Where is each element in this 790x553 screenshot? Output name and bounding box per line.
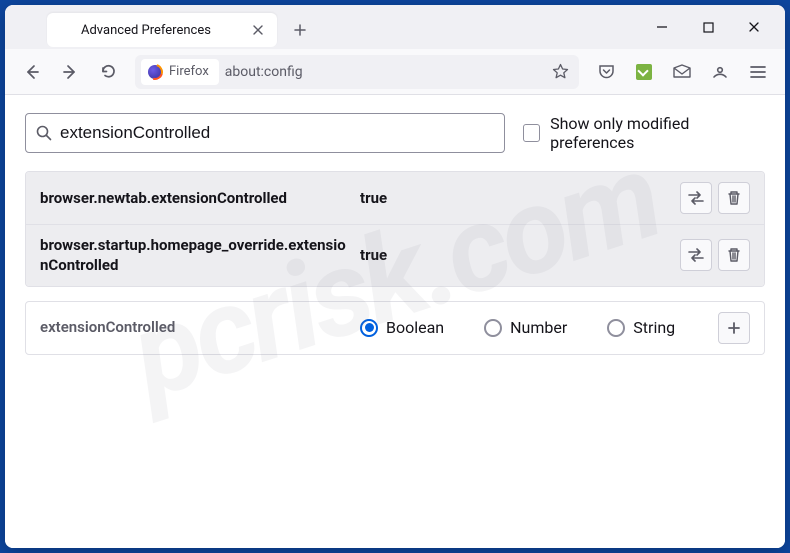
url-bar[interactable]: Firefox about:config — [135, 55, 579, 89]
account-icon[interactable] — [703, 55, 737, 89]
identity-label: Firefox — [169, 64, 209, 79]
radio-label: Boolean — [386, 318, 444, 337]
bookmark-star-button[interactable] — [547, 59, 573, 85]
app-menu-button[interactable] — [741, 55, 775, 89]
url-text: about:config — [225, 64, 541, 80]
radio-icon — [484, 319, 502, 337]
pref-row[interactable]: browser.startup.homepage_override.extens… — [26, 225, 764, 286]
back-button[interactable] — [15, 55, 49, 89]
new-pref-name: extensionControlled — [40, 317, 350, 337]
show-modified-checkbox[interactable]: Show only modified preferences — [523, 114, 765, 152]
search-icon — [36, 125, 52, 141]
minimize-button[interactable] — [639, 5, 685, 49]
add-button[interactable] — [718, 312, 750, 344]
tab-title: Advanced Preferences — [81, 23, 241, 38]
pref-name: browser.newtab.extensionControlled — [40, 188, 350, 208]
checkbox-label: Show only modified preferences — [550, 114, 765, 152]
tab-favicon — [57, 22, 73, 38]
extension-icon[interactable] — [627, 55, 661, 89]
toggle-button[interactable] — [680, 182, 712, 214]
type-radio-group: Boolean Number String — [360, 318, 708, 337]
maximize-button[interactable] — [685, 5, 731, 49]
identity-box[interactable]: Firefox — [141, 59, 219, 85]
type-number-radio[interactable]: Number — [484, 318, 567, 337]
pocket-button[interactable] — [589, 55, 623, 89]
type-string-radio[interactable]: String — [607, 318, 675, 337]
type-boolean-radio[interactable]: Boolean — [360, 318, 444, 337]
forward-button[interactable] — [53, 55, 87, 89]
pref-search-box[interactable] — [25, 113, 505, 153]
reload-button[interactable] — [91, 55, 125, 89]
radio-label: Number — [510, 318, 567, 337]
browser-tab[interactable]: Advanced Preferences — [47, 13, 277, 47]
about-config-content: Show only modified preferences browser.n… — [5, 95, 785, 548]
close-tab-button[interactable] — [249, 21, 267, 39]
delete-button[interactable] — [718, 182, 750, 214]
navigation-toolbar: Firefox about:config — [5, 49, 785, 95]
pref-search-input[interactable] — [60, 123, 494, 143]
new-pref-row: extensionControlled Boolean Number Strin… — [26, 302, 764, 354]
pref-results: browser.newtab.extensionControlled true … — [25, 171, 765, 287]
close-window-button[interactable] — [731, 5, 777, 49]
new-tab-button[interactable] — [285, 15, 315, 45]
pref-name: browser.startup.homepage_override.extens… — [40, 235, 350, 276]
delete-button[interactable] — [718, 239, 750, 271]
checkbox-icon — [523, 124, 540, 142]
radio-icon — [607, 319, 625, 337]
firefox-icon — [147, 64, 163, 80]
pref-value: true — [360, 246, 670, 264]
radio-label: String — [633, 318, 675, 337]
titlebar: Advanced Preferences — [5, 5, 785, 49]
inbox-icon[interactable] — [665, 55, 699, 89]
pref-value: true — [360, 189, 670, 207]
toggle-button[interactable] — [680, 239, 712, 271]
new-pref-row-container: extensionControlled Boolean Number Strin… — [25, 301, 765, 355]
radio-icon — [360, 319, 378, 337]
window-controls — [639, 5, 777, 49]
pref-row[interactable]: browser.newtab.extensionControlled true — [26, 172, 764, 225]
